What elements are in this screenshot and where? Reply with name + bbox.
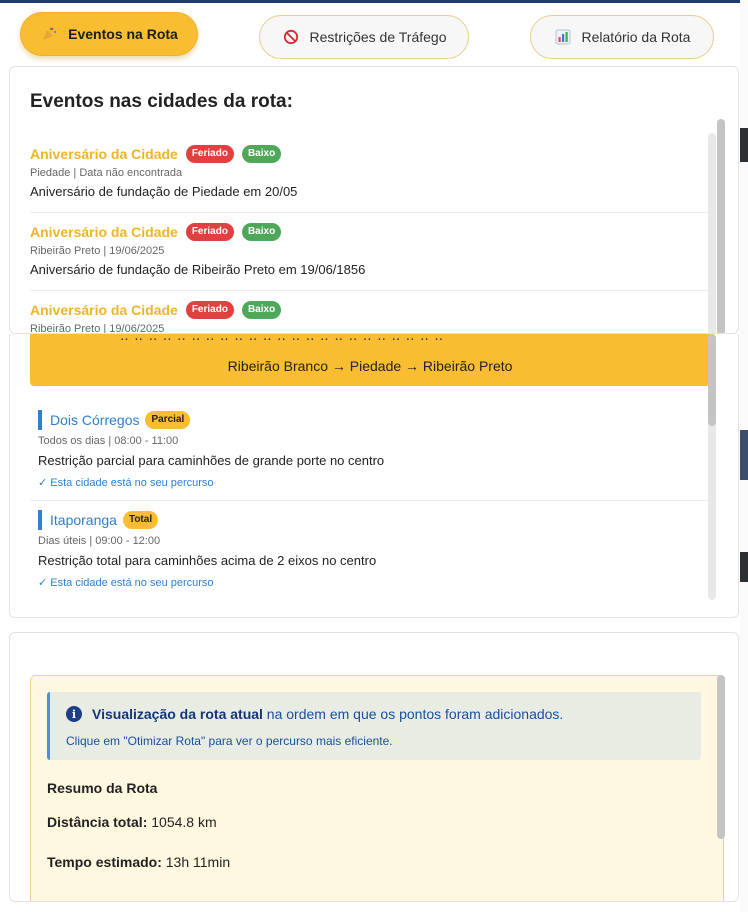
distance-label: Distância total:: [47, 814, 148, 830]
route-banner-cut-text: ‥ ‥ ‥ ‥ ‥ ‥ ‥ ‥ ‥ ‥ ‥ ‥ ‥ ‥ ‥ ‥ ‥ ‥ ‥ ‥ …: [120, 334, 445, 343]
restriction-divider: [30, 500, 710, 501]
event-type-badge: Feriado: [185, 223, 234, 241]
party-popper-icon: [40, 25, 58, 43]
time-value: 13h 11min: [165, 854, 231, 870]
restrictions-panel: ‥ ‥ ‥ ‥ ‥ ‥ ‥ ‥ ‥ ‥ ‥ ‥ ‥ ‥ ‥ ‥ ‥ ‥ ‥ ‥ …: [9, 334, 739, 618]
event-description: Aniversário de fundação de Piedade em 20…: [30, 184, 298, 199]
event-item: Aniversário da Cidade Feriado Baixo Ribe…: [30, 301, 710, 334]
info-icon: i: [66, 706, 82, 722]
restriction-level-badge: Total: [122, 511, 159, 529]
restriction-city: Itaporanga: [50, 512, 117, 528]
info-hint: Clique em "Otimizar Rota" para ver o per…: [66, 734, 393, 748]
tab-eventos-na-rota[interactable]: Eventos na Rota: [20, 12, 198, 56]
restriction-level-badge: Parcial: [145, 411, 191, 429]
event-description: Aniversário de fundação de Ribeirão Pret…: [30, 262, 366, 277]
event-impact-badge: Baixo: [241, 145, 282, 163]
restriction-on-route-note: ✓ Esta cidade está no seu percurso: [38, 477, 214, 489]
event-impact-badge: Baixo: [241, 301, 282, 319]
restriction-description: Restrição parcial para caminhões de gran…: [38, 453, 385, 468]
event-type-badge: Feriado: [185, 301, 234, 319]
restriction-item: Itaporanga Total Dias úteis | 09:00 - 12…: [38, 510, 710, 589]
event-item: Aniversário da Cidade Feriado Baixo Ribe…: [30, 223, 710, 291]
event-meta: Piedade | Data não encontrada: [30, 167, 183, 179]
report-scrollbar-thumb[interactable]: [717, 675, 725, 839]
event-name: Aniversário da Cidade: [30, 302, 178, 318]
event-name: Aniversário da Cidade: [30, 224, 178, 240]
events-title: Eventos nas cidades da rota:: [30, 91, 293, 112]
bar-chart-icon: [554, 28, 572, 46]
distance-value: 1054.8 km: [151, 814, 217, 830]
event-meta: Ribeirão Preto | 19/06/2025: [30, 245, 165, 257]
tab-label: Restrições de Tráfego: [309, 29, 447, 45]
window-top-border: [0, 0, 748, 3]
restriction-schedule: Dias úteis | 09:00 - 12:00: [38, 535, 161, 547]
restriction-schedule: Todos os dias | 08:00 - 11:00: [38, 435, 179, 447]
event-type-badge: Feriado: [185, 145, 234, 163]
summary-distance: Distância total: 1054.8 km: [47, 814, 217, 830]
event-name: Aniversário da Cidade: [30, 146, 178, 162]
restriction-item: Dois Córregos Parcial Todos os dias | 08…: [38, 410, 710, 489]
time-label: Tempo estimado:: [47, 854, 162, 870]
background-window-strip: [740, 430, 748, 480]
events-scrollbar-thumb[interactable]: [717, 119, 725, 333]
restriction-on-route-note: ✓ Esta cidade está no seu percurso: [38, 577, 214, 589]
tab-label: Relatório da Rota: [581, 29, 691, 45]
events-scrollbar-track[interactable]: [708, 133, 716, 333]
tab-relatorio-da-rota[interactable]: Relatório da Rota: [530, 15, 714, 59]
restrictions-scrollbar-thumb[interactable]: [708, 334, 716, 426]
info-message: Visualização da rota atual na ordem em q…: [92, 706, 563, 722]
event-meta: Ribeirão Preto | 19/06/2025: [30, 323, 165, 334]
no-entry-icon: [282, 28, 300, 46]
background-window-strip: [740, 128, 748, 162]
tab-label: Eventos na Rota: [68, 26, 178, 42]
info-message-bold: Visualização da rota atual: [92, 706, 263, 722]
route-banner: ‥ ‥ ‥ ‥ ‥ ‥ ‥ ‥ ‥ ‥ ‥ ‥ ‥ ‥ ‥ ‥ ‥ ‥ ‥ ‥ …: [30, 334, 710, 386]
event-impact-badge: Baixo: [241, 223, 282, 241]
summary-title: Resumo da Rota: [47, 780, 158, 796]
info-alert: i Visualização da rota atual na ordem em…: [47, 692, 701, 760]
background-window-strip: [740, 552, 748, 582]
tab-restricoes-de-trafego[interactable]: Restrições de Tráfego: [259, 15, 469, 59]
info-message-rest: na ordem em que os pontos foram adiciona…: [262, 706, 564, 722]
events-panel: Eventos nas cidades da rota: Aniversário…: [9, 66, 739, 334]
report-box: i Visualização da rota atual na ordem em…: [30, 675, 724, 901]
restriction-description: Restrição total para caminhões acima de …: [38, 553, 377, 568]
restriction-city: Dois Córregos: [50, 412, 140, 428]
event-item: Aniversário da Cidade Feriado Baixo Pied…: [30, 145, 710, 213]
summary-time: Tempo estimado: 13h 11min: [47, 854, 230, 870]
route-sequence: Ribeirão Branco → Piedade → Ribeirão Pre…: [227, 358, 513, 374]
report-panel: i Visualização da rota atual na ordem em…: [9, 632, 739, 902]
